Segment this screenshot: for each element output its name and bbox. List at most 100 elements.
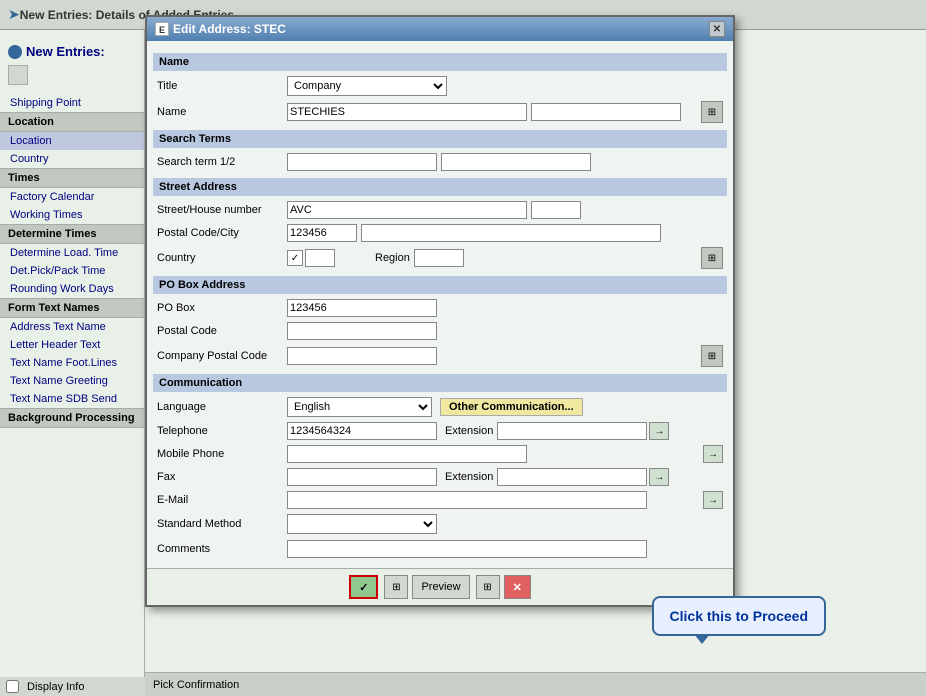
name-section-icon-btn[interactable]: ⊞ [701,101,723,123]
po-box-label: PO Box [157,302,287,314]
email-label: E-Mail [157,494,287,506]
language-select[interactable]: English German French [287,397,432,417]
comments-label: Comments [157,543,287,555]
mobile-input[interactable] [287,445,527,463]
footer-icon-btn-1[interactable]: ⊞ [384,575,408,599]
sidebar-item-text-name-greeting[interactable]: Text Name Greeting [0,372,144,390]
title-row: Title Company [153,75,727,97]
postal-city-label: Postal Code/City [157,227,287,239]
country-checkbox[interactable]: ✓ [287,250,303,266]
fax-action-btn[interactable]: → [649,468,669,486]
region-label: Region [375,252,410,264]
country-row: Country ✓ Region ⊞ [153,246,727,270]
sidebar-item-country[interactable]: Country [0,150,144,168]
street-input[interactable] [287,201,527,219]
standard-method-row: Standard Method Fax E-Mail Letter [153,513,727,535]
modal-footer: ✓ ⊞ Preview ⊞ ✕ [147,568,733,605]
po-box-input[interactable] [287,299,437,317]
search-term-input-1[interactable] [287,153,437,171]
standard-method-label: Standard Method [157,518,287,530]
search-term-row: Search term 1/2 [153,152,727,172]
sidebar-item-rounding-work[interactable]: Rounding Work Days [0,280,144,298]
standard-method-select[interactable]: Fax E-Mail Letter [287,514,437,534]
telephone-row: Telephone Extension → [153,421,727,441]
display-info-bar: Display Info [0,677,145,696]
toolbar-icon-1[interactable] [8,65,28,85]
po-box-row: PO Box [153,298,727,318]
po-postal-input[interactable] [287,322,437,340]
sidebar-item-det-pick-pack[interactable]: Det.Pick/Pack Time [0,262,144,280]
language-row: Language English German French Other Com… [153,396,727,418]
sidebar-section-times: Times [0,168,144,188]
communication-section-header: Communication [153,374,727,392]
po-box-section-icon-btn[interactable]: ⊞ [701,345,723,367]
company-postal-input[interactable] [287,347,437,365]
search-term-label: Search term 1/2 [157,156,287,168]
telephone-action-btn[interactable]: → [649,422,669,440]
name-input-2[interactable] [531,103,681,121]
city-input[interactable] [361,224,661,242]
language-label: Language [157,401,287,413]
mobile-row: Mobile Phone → [153,444,727,464]
cancel-button[interactable]: ✕ [504,575,531,599]
name-input-pair [287,103,681,121]
footer-icon-btn-2[interactable]: ⊞ [476,575,500,599]
region-input[interactable] [414,249,464,267]
fax-extension-label: Extension [445,471,493,483]
sap-logo-icon: ➤ [8,6,20,23]
preview-button[interactable]: Preview [412,575,469,599]
street-section-icon-btn[interactable]: ⊞ [701,247,723,269]
callout-text: Click this to Proceed [670,608,808,624]
country-code-input[interactable] [305,249,335,267]
title-select[interactable]: Company [287,76,447,96]
street-label: Street/House number [157,204,287,216]
modal-titlebar: E Edit Address: STEC ✕ [147,17,733,41]
postal-code-input[interactable] [287,224,357,242]
sidebar-item-location[interactable]: Location [0,132,144,150]
sidebar-section-determine-times: Determine Times [0,224,144,244]
po-postal-row: Postal Code [153,321,727,341]
company-postal-label: Company Postal Code [157,350,287,362]
sidebar-item-working-times[interactable]: Working Times [0,206,144,224]
other-communication-button[interactable]: Other Communication... [440,398,583,416]
sidebar: New Entries: Shipping Point Location Loc… [0,30,145,696]
sidebar-item-address-text-name[interactable]: Address Text Name [0,318,144,336]
sidebar-item-factory-calendar[interactable]: Factory Calendar [0,188,144,206]
extension-input[interactable] [497,422,647,440]
mobile-action-btn[interactable]: → [703,445,723,463]
email-input[interactable] [287,491,647,509]
display-info-label: Display Info [27,681,84,693]
sidebar-item-letter-header-text[interactable]: Letter Header Text [0,336,144,354]
sidebar-item-text-name-foot-lines[interactable]: Text Name Foot.Lines [0,354,144,372]
sap-main-window: ➤ New Entries: Details of Added Entries … [0,0,926,696]
edit-address-modal: E Edit Address: STEC ✕ Name Title Compan… [145,15,735,607]
modal-close-button[interactable]: ✕ [709,21,725,37]
street-address-section-header: Street Address [153,178,727,196]
confirm-button[interactable]: ✓ [349,575,378,599]
name-input-1[interactable] [287,103,527,121]
modal-body: Name Title Company Name ⊞ Search Terms [147,41,733,568]
sidebar-section-location: Location [0,112,144,132]
house-number-input[interactable] [531,201,581,219]
extension-label: Extension [445,425,493,437]
email-row: E-Mail → [153,490,727,510]
company-postal-row: Company Postal Code ⊞ [153,344,727,368]
email-action-btn[interactable]: → [703,491,723,509]
name-row: Name ⊞ [153,100,727,124]
sidebar-item-determine-load[interactable]: Determine Load. Time [0,244,144,262]
telephone-input[interactable] [287,422,437,440]
sidebar-item-text-name-sdb-send[interactable]: Text Name SDB Send [0,390,144,408]
name-section-header: Name [153,53,727,71]
comments-input[interactable] [287,540,647,558]
street-row: Street/House number [153,200,727,220]
display-info-checkbox[interactable] [6,680,19,693]
search-term-input-2[interactable] [441,153,591,171]
name-label: Name [157,106,287,118]
postal-city-row: Postal Code/City [153,223,727,243]
title-label: Title [157,80,287,92]
fax-input[interactable] [287,468,437,486]
toolbar-area [0,63,144,94]
fax-extension-input[interactable] [497,468,647,486]
modal-title-area: E Edit Address: STEC [155,22,286,36]
sidebar-item-shipping-point[interactable]: Shipping Point [0,94,144,112]
